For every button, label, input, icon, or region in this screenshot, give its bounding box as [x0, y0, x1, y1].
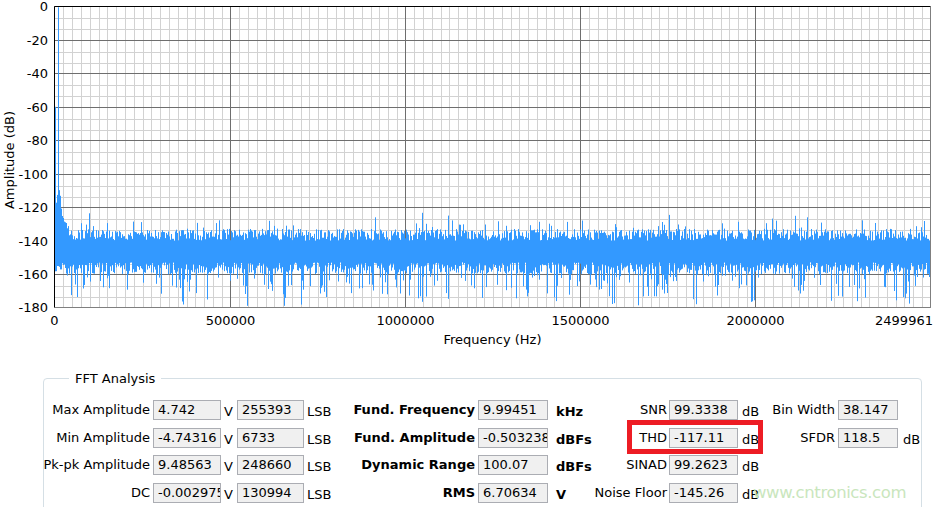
pk-pk-amplitude-unit: V	[224, 459, 233, 474]
sinad-label: SINAD	[565, 457, 667, 472]
sinad-unit: dB	[742, 459, 759, 474]
y-tick-label: -100	[18, 167, 48, 182]
y-axis-title: Amplitude (dB)	[2, 111, 17, 209]
pk-pk-amplitude-lsb-value[interactable]: 248660	[237, 455, 304, 475]
thd-highlight-box	[627, 420, 763, 454]
snr-label: SNR	[565, 402, 667, 417]
noise-floor-label: Noise Floor	[565, 485, 667, 500]
sfdr-value[interactable]: 118.5	[838, 428, 898, 448]
y-tick-label: 0	[40, 0, 48, 14]
pk-pk-amplitude-label: Pk-pk Amplitude	[40, 457, 150, 472]
min-amplitude-value[interactable]: -4.74316	[153, 428, 221, 448]
rms-value[interactable]: 6.70634	[478, 483, 548, 503]
fft-plot: 0-20-40-60-80-100-120-140-160-1800500000…	[0, 0, 933, 362]
dc-value[interactable]: -0.002975	[153, 483, 221, 503]
rms-label: RMS	[330, 485, 475, 500]
max-amplitude-lsb-unit: LSB	[307, 404, 331, 419]
max-amplitude-value[interactable]: 4.742	[153, 400, 221, 420]
min-amplitude-label: Min Amplitude	[40, 430, 150, 445]
dc-lsb-unit: LSB	[307, 487, 331, 502]
y-tick-label: -60	[27, 100, 48, 115]
fund-frequency-value[interactable]: 9.99451	[478, 400, 548, 420]
sfdr-unit: dB	[903, 432, 920, 447]
y-tick-label: -40	[27, 66, 48, 81]
min-amplitude-lsb-value[interactable]: 6733	[237, 428, 304, 448]
x-tick-label: 2499961	[875, 313, 933, 328]
y-tick-label: -20	[27, 33, 48, 48]
snr-value[interactable]: 99.3338	[669, 400, 738, 420]
min-amplitude-unit: V	[224, 432, 233, 447]
y-tick-label: -120	[18, 200, 48, 215]
bin-width-label: Bin Width	[760, 402, 835, 417]
pk-pk-amplitude-lsb-unit: LSB	[307, 459, 331, 474]
y-tick-label: -80	[27, 133, 48, 148]
x-axis-title: Frequency (Hz)	[443, 332, 541, 347]
bin-width-value[interactable]: 38.147	[838, 400, 898, 420]
min-amplitude-lsb-unit: LSB	[307, 432, 331, 447]
x-tick-label: 1000000	[377, 313, 435, 328]
dc-lsb-value[interactable]: 130994	[237, 483, 304, 503]
dynamic-range-label: Dynamic Range	[330, 457, 475, 472]
sinad-value[interactable]: 99.2623	[669, 455, 738, 475]
fund-amplitude-value[interactable]: -0.503238	[478, 428, 548, 448]
y-tick-label: -160	[18, 267, 48, 282]
noise-floor-value[interactable]: -145.26	[669, 483, 738, 503]
x-tick-label: 0	[50, 313, 58, 328]
snr-unit: dB	[742, 404, 759, 419]
fft-analysis-title: FFT Analysis	[69, 371, 161, 386]
sfdr-label: SFDR	[760, 430, 835, 445]
dc-label: DC	[40, 485, 150, 500]
pk-pk-amplitude-value[interactable]: 9.48563	[153, 455, 221, 475]
max-amplitude-unit: V	[224, 404, 233, 419]
dynamic-range-value[interactable]: 100.07	[478, 455, 548, 475]
dc-unit: V	[224, 487, 233, 502]
x-tick-label: 500000	[206, 313, 256, 328]
y-tick-label: -180	[18, 300, 48, 315]
y-tick-label: -140	[18, 234, 48, 249]
fund-amplitude-label: Fund. Amplitude	[330, 430, 475, 445]
max-amplitude-lsb-value[interactable]: 255393	[237, 400, 304, 420]
x-tick-label: 2000000	[727, 313, 785, 328]
fund-frequency-label: Fund. Frequency	[330, 402, 475, 417]
max-amplitude-label: Max Amplitude	[40, 402, 150, 417]
watermark: www.cntronics.com	[753, 483, 906, 502]
x-tick-label: 1500000	[552, 313, 610, 328]
